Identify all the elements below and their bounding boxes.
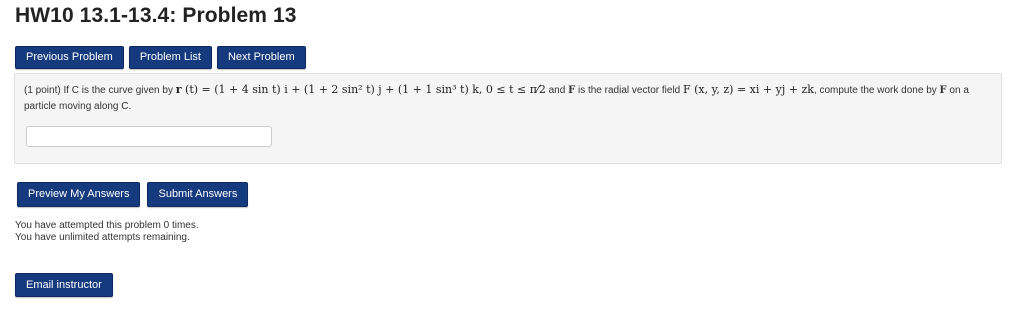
previous-problem-button[interactable]: Previous Problem: [15, 46, 124, 69]
problem-connector-3: , compute the work done by: [813, 85, 940, 96]
submit-answers-button[interactable]: Submit Answers: [147, 182, 249, 207]
attempts-count-text: You have attempted this problem 0 times.: [15, 220, 199, 231]
f-symbol-2: F: [939, 85, 947, 96]
problem-nav: Previous Problem Problem List Next Probl…: [15, 46, 306, 69]
email-instructor-button[interactable]: Email instructor: [15, 273, 113, 297]
next-problem-button[interactable]: Next Problem: [216, 46, 306, 69]
problem-intro: (1 point) If C is the curve given by: [24, 85, 176, 96]
email-section: Email instructor: [15, 273, 113, 297]
answer-input[interactable]: [26, 126, 272, 147]
attempts-remaining-text: You have unlimited attempts remaining.: [15, 232, 190, 243]
problem-panel: (1 point) If C is the curve given by r (…: [14, 73, 1002, 164]
vector-field-equation: F (x, y, z) = xi + yj + zk: [683, 83, 814, 96]
attempt-status: You have attempted this problem 0 times.…: [15, 220, 199, 244]
problem-list-button[interactable]: Problem List: [128, 46, 212, 69]
problem-statement: (1 point) If C is the curve given by r (…: [24, 82, 994, 115]
problem-connector: and: [545, 85, 569, 96]
answer-actions: Preview My Answers Submit Answers: [17, 182, 249, 207]
curve-equation: (t) = (1 + 4 sin t) i + (1 + 2 sin² t) j…: [181, 83, 546, 96]
preview-answers-button[interactable]: Preview My Answers: [17, 182, 141, 207]
problem-connector-2: is the radial vector field: [575, 85, 684, 96]
page-title: HW10 13.1-13.4: Problem 13: [15, 4, 297, 27]
